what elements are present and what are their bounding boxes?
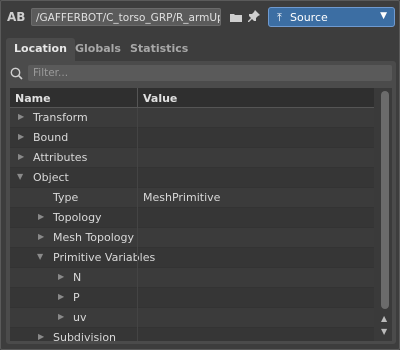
tab-globals[interactable]: Globals: [67, 38, 129, 62]
row-divider: [137, 268, 138, 288]
folder-icon[interactable]: [230, 12, 242, 25]
table-row[interactable]: ▶ Transform: [10, 108, 374, 128]
row-divider: [137, 108, 138, 128]
expand-arrow-icon[interactable]: ▶: [38, 212, 44, 221]
row-divider: [137, 168, 138, 188]
row-divider: [137, 248, 138, 268]
row-divider: [137, 228, 138, 248]
table-row[interactable]: ▶ uv: [10, 308, 374, 328]
row-name: Mesh Topology: [53, 231, 135, 244]
row-name: Object: [33, 171, 69, 184]
collapse-arrow-icon[interactable]: ▼: [37, 252, 43, 261]
search-icon: [10, 67, 23, 83]
row-name: Topology: [53, 211, 102, 224]
table-row[interactable]: ▶ Subdivision: [10, 328, 374, 341]
table-row[interactable]: ▶ Topology: [10, 208, 374, 228]
table-rows: ▶ Transform ▶ Bound ▶ Attributes ▼ Objec…: [10, 108, 374, 341]
vertical-scrollbar[interactable]: ▲ ▼: [378, 88, 392, 341]
source-dropdown[interactable]: ⤒ Source ▼: [268, 7, 395, 27]
tab-statistics[interactable]: Statistics: [122, 38, 196, 62]
table-row[interactable]: ▶ Mesh Topology: [10, 228, 374, 248]
column-header-name[interactable]: Name: [15, 92, 51, 105]
row-name: uv: [73, 311, 87, 324]
row-value: MeshPrimitive: [143, 191, 221, 204]
source-icon: ⤒: [277, 11, 282, 24]
row-divider: [137, 288, 138, 308]
table-row[interactable]: ▶ P: [10, 288, 374, 308]
row-divider: [137, 328, 138, 341]
table-row[interactable]: Type MeshPrimitive: [10, 188, 374, 208]
expand-arrow-icon[interactable]: ▶: [38, 332, 44, 341]
expand-arrow-icon[interactable]: ▶: [38, 232, 44, 241]
inspector-table: Name Value ▶ Transform ▶ Bound ▶ Attribu…: [10, 88, 392, 341]
ab-compare-label[interactable]: AB: [7, 10, 25, 24]
row-name: Transform: [33, 111, 88, 124]
table-row[interactable]: ▼ Primitive Variables: [10, 248, 374, 268]
scroll-up-icon[interactable]: ▲: [381, 314, 387, 323]
column-divider[interactable]: [137, 88, 138, 107]
row-name: P: [73, 291, 80, 304]
pin-icon[interactable]: [248, 10, 260, 26]
table-row[interactable]: ▶ N: [10, 268, 374, 288]
location-path-field[interactable]: /GAFFERBOT/C_torso_GRP/R_armUp...: [31, 8, 221, 26]
collapse-arrow-icon[interactable]: ▼: [17, 172, 23, 181]
scrollbar-thumb[interactable]: [381, 91, 389, 309]
expand-arrow-icon[interactable]: ▶: [18, 132, 24, 141]
expand-arrow-icon[interactable]: ▶: [58, 312, 64, 321]
tab-location[interactable]: Location: [6, 38, 75, 62]
location-panel: Filter... Name Value ▶ Transform ▶ Bound: [6, 61, 396, 344]
source-label: Source: [290, 11, 328, 24]
row-name: Subdivision: [53, 331, 117, 341]
row-name: Bound: [33, 131, 69, 144]
chevron-down-icon: ▼: [380, 11, 387, 21]
column-header-value[interactable]: Value: [143, 92, 177, 105]
row-name: Primitive Variables: [53, 251, 156, 264]
expand-arrow-icon[interactable]: ▶: [58, 292, 64, 301]
row-divider: [137, 128, 138, 148]
row-divider: [137, 208, 138, 228]
row-divider: [137, 308, 138, 328]
row-name: N: [73, 271, 82, 284]
scene-inspector-panel: AB /GAFFERBOT/C_torso_GRP/R_armUp... ⤒ S…: [0, 0, 400, 350]
table-row[interactable]: ▼ Object: [10, 168, 374, 188]
table-row[interactable]: ▶ Attributes: [10, 148, 374, 168]
table-header: Name Value: [10, 88, 374, 108]
scroll-down-icon[interactable]: ▼: [381, 327, 387, 336]
expand-arrow-icon[interactable]: ▶: [18, 112, 24, 121]
expand-arrow-icon[interactable]: ▶: [58, 272, 64, 281]
row-name: Attributes: [33, 151, 88, 164]
row-divider: [137, 188, 138, 208]
expand-arrow-icon[interactable]: ▶: [18, 152, 24, 161]
filter-input[interactable]: Filter...: [28, 65, 392, 81]
row-divider: [137, 148, 138, 168]
table-row[interactable]: ▶ Bound: [10, 128, 374, 148]
row-name: Type: [53, 191, 79, 204]
